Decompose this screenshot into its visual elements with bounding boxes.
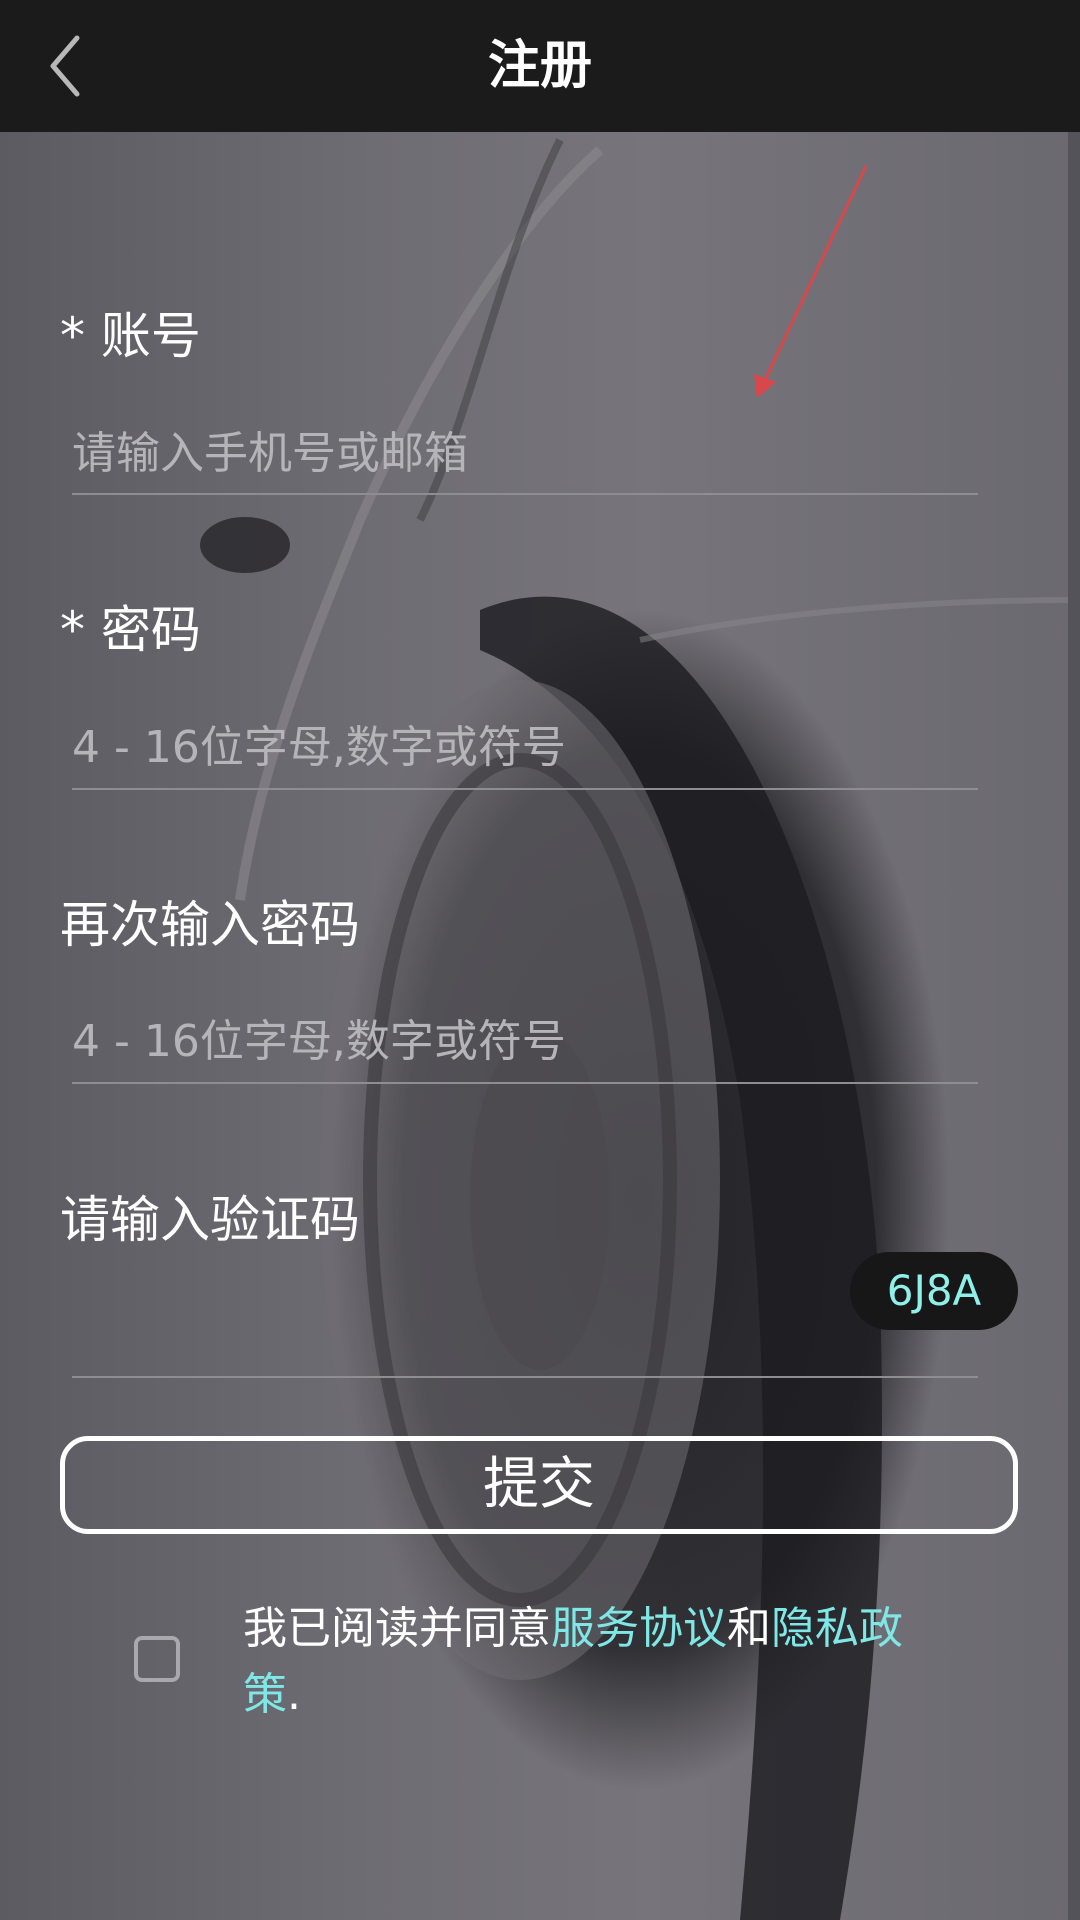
register-screen: 注册 * 账号 * 密码 再次输入密码 请输入验证码 6J8A 提交 我已阅读并… — [0, 0, 1080, 1920]
submit-button[interactable]: 提交 — [60, 1436, 1018, 1534]
agreement-and: 和 — [727, 1603, 771, 1654]
agreement-prefix: 我已阅读并同意 — [243, 1603, 551, 1654]
captcha-input[interactable] — [72, 1290, 832, 1360]
password-input[interactable] — [72, 712, 978, 782]
top-bar: 注册 — [0, 0, 1080, 132]
captcha-label: 请输入验证码 — [60, 1191, 360, 1249]
service-agreement-link[interactable]: 服务协议 — [551, 1603, 727, 1654]
account-label: * 账号 — [60, 307, 201, 365]
account-underline — [72, 493, 978, 495]
captcha-code[interactable]: 6J8A — [850, 1252, 1018, 1330]
confirm-password-underline — [72, 1082, 978, 1084]
page-title: 注册 — [487, 36, 592, 96]
agreement-text: 我已阅读并同意服务协议和隐私政策. — [243, 1596, 943, 1728]
password-label: * 密码 — [60, 601, 201, 659]
back-button[interactable] — [30, 24, 100, 108]
account-input[interactable] — [72, 418, 978, 488]
chevron-left-icon — [50, 35, 80, 97]
right-edge-strip — [1068, 130, 1080, 1920]
password-underline — [72, 788, 978, 790]
captcha-underline — [72, 1376, 978, 1378]
agreement-checkbox[interactable] — [134, 1636, 180, 1682]
agreement-suffix: . — [287, 1669, 301, 1720]
confirm-password-input[interactable] — [72, 1006, 978, 1076]
confirm-password-label: 再次输入密码 — [60, 896, 360, 954]
